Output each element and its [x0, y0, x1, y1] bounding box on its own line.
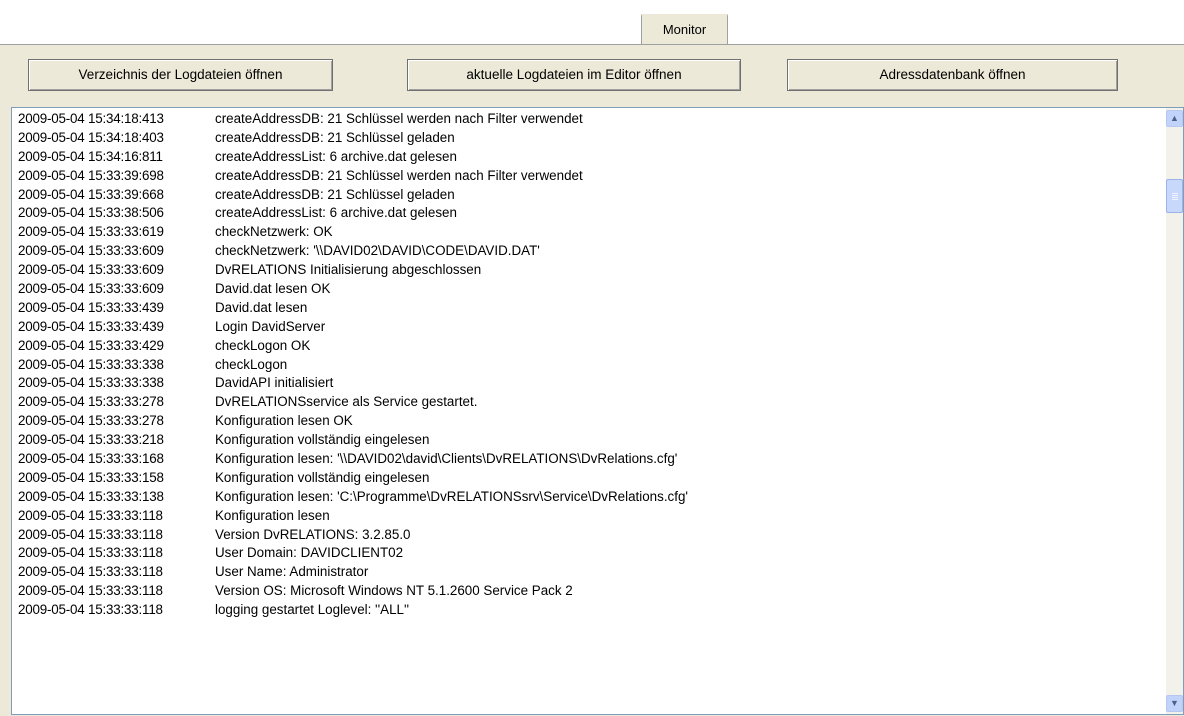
open-address-database-button[interactable]: Adressdatenbank öffnen	[787, 59, 1118, 91]
log-line: 2009-05-04 15:33:39:668 createAddressDB: …	[18, 186, 1163, 205]
vertical-scrollbar[interactable]: ▲ ▼	[1166, 108, 1183, 714]
log-line: 2009-05-04 15:33:33:609 checkNetzwerk: '\…	[18, 242, 1163, 261]
log-timestamp: 2009-05-04 15:33:33:609	[18, 281, 164, 297]
log-line: 2009-05-04 15:33:33:338 checkLogon	[18, 356, 1163, 375]
log-message: DvRELATIONS Initialisierung abgeschlosse…	[215, 262, 482, 278]
log-timestamp: 2009-05-04 15:33:33:439	[18, 299, 164, 315]
log-message: David.dat lesen	[215, 299, 308, 315]
log-line: 2009-05-04 15:33:33:278 DvRELATIONSservic…	[18, 393, 1163, 412]
log-line: 2009-05-04 15:33:33:619 checkNetzwerk: OK	[18, 223, 1163, 242]
log-line: 2009-05-04 15:33:33:138 Konfiguration les…	[18, 488, 1163, 507]
log-message: checkNetzwerk: '\\DAVID02\DAVID\CODE\DAV…	[215, 243, 540, 259]
log-timestamp: 2009-05-04 15:33:33:118	[18, 545, 163, 561]
log-line: 2009-05-04 15:33:33:118 Version DvRELATIO…	[18, 526, 1163, 545]
log-timestamp: 2009-05-04 15:33:33:338	[18, 375, 164, 391]
log-line: 2009-05-04 15:33:33:278 Konfiguration les…	[18, 412, 1163, 431]
log-line: 2009-05-04 15:34:16:811 createAddressList…	[18, 148, 1163, 167]
log-timestamp: 2009-05-04 15:33:33:278	[18, 394, 164, 410]
log-timestamp: 2009-05-04 15:33:33:429	[18, 337, 164, 353]
log-timestamp: 2009-05-04 15:33:33:278	[18, 413, 164, 429]
log-line: 2009-05-04 15:33:33:118 logging gestartet…	[18, 601, 1163, 620]
thumb-grip-line	[1172, 195, 1178, 196]
log-timestamp: 2009-05-04 15:33:33:609	[18, 243, 164, 259]
log-line: 2009-05-04 15:33:33:118 User Name: Admini…	[18, 563, 1163, 582]
open-log-directory-button[interactable]: Verzeichnis der Logdateien öffnen	[28, 59, 333, 91]
log-timestamp: 2009-05-04 15:33:33:118	[18, 564, 163, 580]
tab-monitor[interactable]: Monitor	[641, 14, 728, 46]
log-message: checkLogon OK	[215, 337, 311, 353]
log-message: Konfiguration lesen: '\\DAVID02\david\Cl…	[215, 451, 678, 467]
log-message: User Domain: DAVIDCLIENT02	[215, 545, 404, 561]
log-line: 2009-05-04 15:33:33:118 Konfiguration les…	[18, 507, 1163, 526]
log-message: Konfiguration lesen OK	[215, 413, 353, 429]
log-message: Konfiguration vollständig eingelesen	[215, 469, 430, 485]
log-line: 2009-05-04 15:34:18:413 createAddressDB: …	[18, 110, 1163, 129]
log-message: David.dat lesen OK	[215, 281, 331, 297]
log-timestamp: 2009-05-04 15:33:33:338	[18, 356, 164, 372]
scrollbar-thumb[interactable]	[1166, 179, 1183, 213]
log-message: createAddressList: 6 archive.dat gelesen	[215, 148, 457, 164]
log-line: 2009-05-04 15:34:18:403 createAddressDB: …	[18, 129, 1163, 148]
log-line: 2009-05-04 15:33:33:118 User Domain: DAVI…	[18, 544, 1163, 563]
log-message: Version DvRELATIONS: 3.2.85.0	[215, 526, 411, 542]
log-timestamp: 2009-05-04 15:33:33:439	[18, 318, 164, 334]
log-message: createAddressDB: 21 Schlüssel werden nac…	[215, 167, 583, 183]
open-logs-in-editor-button[interactable]: aktuelle Logdateien im Editor öffnen	[407, 59, 741, 91]
log-message: checkNetzwerk: OK	[215, 224, 333, 240]
log-line: 2009-05-04 15:33:38:506 createAddressList…	[18, 204, 1163, 223]
log-message: checkLogon	[215, 356, 288, 372]
log-timestamp: 2009-05-04 15:33:33:138	[18, 488, 164, 504]
log-line: 2009-05-04 15:33:33:609 David.dat lesen O…	[18, 280, 1163, 299]
log-timestamp: 2009-05-04 15:34:18:403	[18, 129, 164, 145]
log-timestamp: 2009-05-04 15:33:39:698	[18, 167, 164, 183]
log-message: createAddressDB: 21 Schlüssel geladen	[215, 186, 455, 202]
thumb-grip-line	[1172, 199, 1178, 200]
thumb-grip-line	[1172, 197, 1178, 198]
log-line: 2009-05-04 15:33:33:118 Version OS: Micro…	[18, 582, 1163, 601]
scroll-up-arrow-icon[interactable]: ▲	[1166, 110, 1183, 127]
log-lines: 2009-05-04 15:34:18:413 createAddressDB: …	[18, 110, 1163, 620]
log-message: Version OS: Microsoft Windows NT 5.1.260…	[215, 583, 573, 599]
log-line: 2009-05-04 15:33:33:338 DavidAPI initiali…	[18, 374, 1163, 393]
log-timestamp: 2009-05-04 15:33:33:158	[18, 469, 164, 485]
log-message: createAddressList: 6 archive.dat gelesen	[215, 205, 457, 221]
log-timestamp: 2009-05-04 15:33:33:168	[18, 451, 164, 467]
log-timestamp: 2009-05-04 15:33:33:218	[18, 432, 164, 448]
log-message: DavidAPI initialisiert	[215, 375, 334, 391]
log-message: createAddressDB: 21 Schlüssel werden nac…	[215, 111, 583, 126]
log-message: Konfiguration lesen	[215, 507, 330, 523]
log-line: 2009-05-04 15:33:33:609 DvRELATIONS Initi…	[18, 261, 1163, 280]
log-output-box[interactable]: 2009-05-04 15:34:18:413 createAddressDB: …	[11, 107, 1184, 715]
log-timestamp: 2009-05-04 15:33:39:668	[18, 186, 164, 202]
log-line: 2009-05-04 15:33:33:168 Konfiguration les…	[18, 450, 1163, 469]
scroll-down-arrow-icon[interactable]: ▼	[1166, 695, 1183, 712]
thumb-grip-line	[1172, 193, 1178, 194]
log-message: Konfiguration lesen: 'C:\Programme\DvREL…	[215, 488, 688, 504]
log-timestamp: 2009-05-04 15:33:33:118	[18, 583, 163, 599]
log-line: 2009-05-04 15:33:39:698 createAddressDB: …	[18, 167, 1163, 186]
log-timestamp: 2009-05-04 15:34:16:811	[18, 148, 163, 164]
log-timestamp: 2009-05-04 15:33:33:118	[18, 507, 163, 523]
log-line: 2009-05-04 15:33:33:439 David.dat lesen	[18, 299, 1163, 318]
log-line: 2009-05-04 15:33:33:429 checkLogon OK	[18, 337, 1163, 356]
log-message: DvRELATIONSservice als Service gestartet…	[215, 394, 478, 410]
log-timestamp: 2009-05-04 15:34:18:413	[18, 111, 164, 126]
log-message: createAddressDB: 21 Schlüssel geladen	[215, 129, 455, 145]
monitor-panel: Verzeichnis der Logdateien öffnen aktuel…	[0, 44, 1184, 716]
log-timestamp: 2009-05-04 15:33:33:118	[18, 602, 163, 618]
log-message: Login DavidServer	[215, 318, 326, 334]
log-timestamp: 2009-05-04 15:33:33:609	[18, 262, 164, 278]
log-message: Konfiguration vollständig eingelesen	[215, 432, 430, 448]
log-line: 2009-05-04 15:33:33:439 Login DavidServer	[18, 318, 1163, 337]
log-message: logging gestartet Loglevel: ''ALL''	[215, 602, 410, 618]
log-timestamp: 2009-05-04 15:33:38:506	[18, 205, 164, 221]
log-line: 2009-05-04 15:33:33:158 Konfiguration vol…	[18, 469, 1163, 488]
log-line: 2009-05-04 15:33:33:218 Konfiguration vol…	[18, 431, 1163, 450]
log-timestamp: 2009-05-04 15:33:33:118	[18, 526, 163, 542]
log-timestamp: 2009-05-04 15:33:33:619	[18, 224, 164, 240]
log-message: User Name: Administrator	[215, 564, 369, 580]
